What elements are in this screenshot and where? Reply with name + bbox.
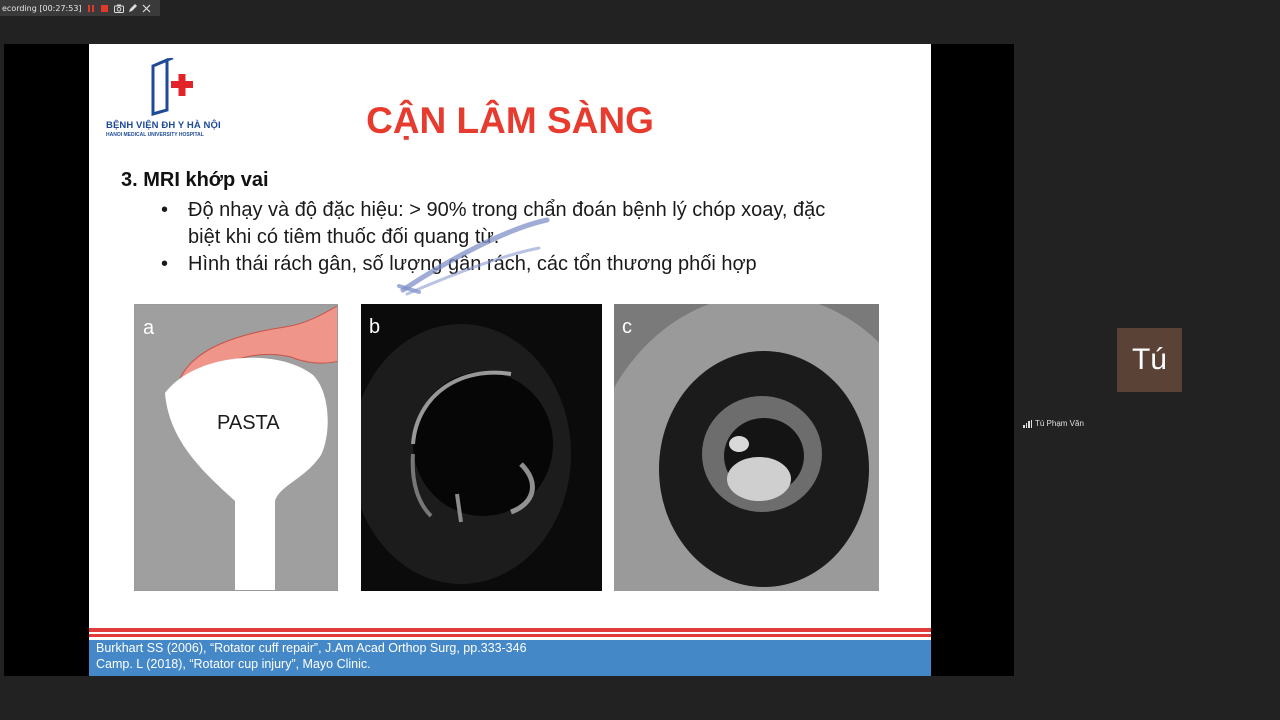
footer-stripes [89, 628, 931, 640]
section-heading: 3. MRI khớp vai [121, 169, 269, 191]
signal-strength-icon [1023, 419, 1032, 428]
pasta-label: PASTA [217, 412, 280, 434]
mri-coronal-image [361, 304, 602, 591]
figure-b-label: b [369, 316, 381, 338]
recording-toolbar: ecording [00:27:53] [0, 0, 160, 16]
references-footer: Burkhart SS (2006), “Rotator cuff repair… [89, 640, 931, 676]
participant-name: Tú Phạm Văn [1035, 419, 1084, 428]
stop-icon[interactable] [100, 3, 110, 13]
figure-a-illustration: a PASTA [134, 304, 338, 591]
figure-c-label: c [622, 316, 632, 338]
presentation-slide: BỆNH VIỆN ĐH Y HÀ NỘI HANOI MEDICAL UNIV… [89, 44, 931, 676]
reference-item: Burkhart SS (2006), “Rotator cuff repair… [96, 641, 527, 655]
reference-item: Camp. L (2018), “Rotator cup injury”, Ma… [96, 657, 371, 671]
mri-sagittal-image [614, 304, 879, 591]
bullet-marker: • [161, 253, 169, 275]
participant-avatar: Tú [1131, 343, 1167, 376]
annotation-arrow [397, 217, 550, 296]
humerus-illustration [165, 305, 337, 590]
close-icon[interactable] [142, 3, 152, 13]
bullet-marker: • [161, 199, 169, 221]
participant-video-tile[interactable]: Tú [1117, 328, 1182, 392]
figure-b-mri: b [361, 304, 602, 591]
camera-icon[interactable] [113, 3, 124, 13]
pen-icon[interactable] [128, 3, 138, 13]
figure-a-label: a [143, 317, 155, 339]
participant-name-label: Tú Phạm Văn [1023, 419, 1084, 428]
figure-c-mri: c [614, 304, 879, 591]
pause-icon[interactable] [86, 3, 96, 13]
slide-title: CẬN LÂM SÀNG [366, 100, 654, 141]
recording-status: ecording [00:27:53] [2, 3, 82, 13]
